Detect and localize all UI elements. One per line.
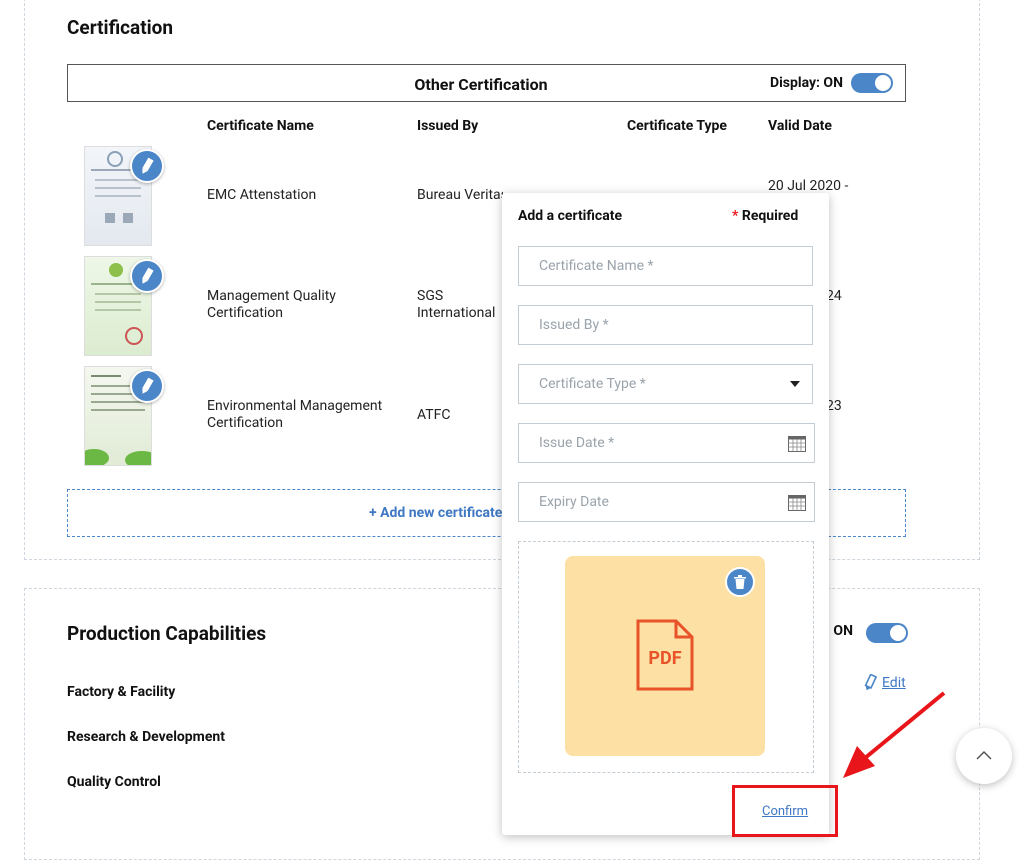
certificate-name-input[interactable]: Certificate Name * xyxy=(518,246,813,286)
production-display-toggle[interactable] xyxy=(866,623,908,643)
expiry-date-input[interactable]: Expiry Date xyxy=(518,482,815,522)
certificate-name: Environmental Management Certification xyxy=(207,398,383,431)
certificate-type-placeholder: Certificate Type * xyxy=(539,376,646,392)
quality-control-label: Quality Control xyxy=(67,774,161,790)
toggle-knob xyxy=(890,625,906,641)
certificate-name: EMC Attenstation xyxy=(207,187,317,203)
research-development-label: Research & Development xyxy=(67,729,225,745)
display-label: Display: ON xyxy=(770,75,843,91)
production-title: Production Capabilities xyxy=(67,622,267,645)
required-note: * Required xyxy=(732,208,798,224)
confirm-highlight-box xyxy=(732,785,838,837)
chevron-down-icon xyxy=(790,381,800,387)
column-header-type: Certificate Type xyxy=(627,118,727,134)
calendar-icon[interactable] xyxy=(788,494,806,511)
certificate-issued-by: Bureau Veritas xyxy=(417,187,503,203)
uploaded-file-preview[interactable]: PDF xyxy=(565,556,765,756)
issued-by-placeholder: Issued By * xyxy=(539,317,609,333)
factory-facility-label: Factory & Facility xyxy=(67,684,176,700)
pencil-icon xyxy=(142,377,154,394)
toggle-knob xyxy=(875,75,891,91)
delete-file-button[interactable] xyxy=(725,567,755,597)
other-certification-header: Other Certification Display: ON xyxy=(67,64,906,102)
file-upload-area[interactable]: PDF xyxy=(518,541,814,773)
column-header-valid-date: Valid Date xyxy=(768,118,832,134)
pencil-icon xyxy=(142,157,154,174)
add-new-certificate-label: + Add new certificate xyxy=(369,505,503,521)
expiry-date-placeholder: Expiry Date xyxy=(539,494,609,510)
certificate-issued-by: ATFC xyxy=(417,407,451,423)
dialog-title: Add a certificate xyxy=(518,208,623,224)
pdf-file-label: PDF xyxy=(648,648,682,669)
certificate-issued-by: SGS International Centre xyxy=(417,288,496,321)
add-certificate-dialog: Add a certificate * Required Certificate… xyxy=(502,193,829,835)
chevron-up-icon xyxy=(976,750,992,760)
scroll-to-top-button[interactable] xyxy=(956,728,1012,784)
annotation-arrow xyxy=(843,691,946,778)
required-star: * xyxy=(732,208,739,224)
issued-by-input[interactable]: Issued By * xyxy=(518,305,813,345)
certificate-type-select[interactable]: Certificate Type * xyxy=(518,364,813,404)
edit-certificate-button[interactable] xyxy=(130,369,164,403)
certificate-name-placeholder: Certificate Name * xyxy=(539,258,654,274)
column-header-name: Certificate Name xyxy=(207,118,314,134)
trash-icon xyxy=(734,575,746,589)
issue-date-placeholder: Issue Date * xyxy=(539,435,615,451)
column-header-issued-by: Issued By xyxy=(417,118,479,134)
issue-date-input[interactable]: Issue Date * xyxy=(518,423,815,463)
certificate-name: Management Quality Certification xyxy=(207,288,336,321)
edit-certificate-button[interactable] xyxy=(130,259,164,293)
display-toggle[interactable] xyxy=(851,73,893,93)
pencil-icon xyxy=(142,267,154,284)
calendar-icon[interactable] xyxy=(788,435,806,452)
edit-certificate-button[interactable] xyxy=(130,149,164,183)
certification-title: Certification xyxy=(67,16,174,39)
required-label: Required xyxy=(741,208,799,224)
